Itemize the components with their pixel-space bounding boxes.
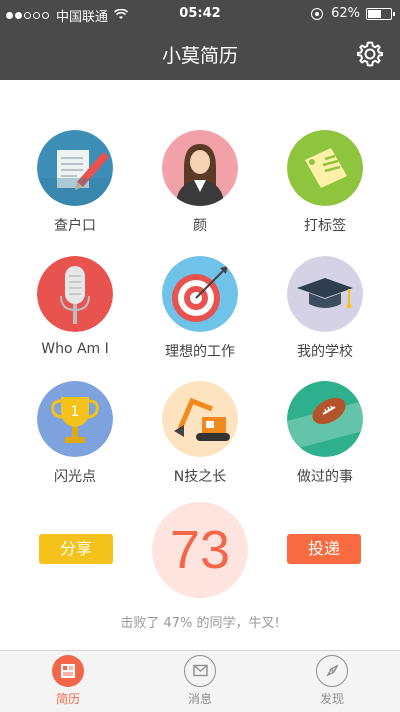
id-document-icon	[37, 130, 113, 206]
resume-icon	[52, 655, 84, 687]
grid-item-label: 打标签	[304, 218, 346, 234]
compass-icon	[316, 655, 348, 687]
svg-text:1: 1	[71, 404, 80, 420]
tab-resume[interactable]: 简历	[28, 655, 108, 707]
grid-item-who-am-i[interactable]: Who Am I	[15, 256, 135, 357]
person-portrait-icon	[162, 130, 238, 206]
grid-item-ideal-job[interactable]: 理想的工作	[140, 256, 260, 361]
rotation-lock-icon	[311, 7, 324, 20]
share-button[interactable]: 分享	[39, 534, 113, 564]
grid-item-label: Who Am I	[41, 341, 109, 357]
target-icon	[162, 256, 238, 332]
grid-item-experience[interactable]: 做过的事	[265, 381, 385, 486]
grid-item-school[interactable]: 我的学校	[265, 256, 385, 361]
tag-icon	[287, 130, 363, 206]
tab-messages[interactable]: 消息	[160, 655, 240, 707]
status-bar: 中国联通 05:42 62%	[0, 0, 400, 28]
battery-percent: 62%	[331, 6, 360, 21]
microphone-icon	[37, 256, 113, 332]
grid-item-tags[interactable]: 打标签	[265, 130, 385, 235]
grid-item-skills[interactable]: N技之长	[140, 381, 260, 486]
page-title: 小莫简历	[161, 45, 238, 67]
battery-area: 62%	[311, 6, 395, 21]
grid-item-label: 查户口	[54, 218, 96, 234]
tab-discover[interactable]: 发现	[292, 655, 372, 707]
trophy-icon: 1	[37, 381, 113, 457]
ranking-text: 击败了 47% 的同学，牛叉!	[120, 616, 280, 631]
graduation-cap-icon	[287, 256, 363, 332]
grid-item-label: N技之长	[173, 469, 227, 485]
grid-item-label: 我的学校	[297, 344, 353, 360]
grid-item-label: 颜	[193, 218, 207, 234]
deliver-button[interactable]: 投递	[287, 534, 361, 564]
excavator-icon	[162, 381, 238, 457]
gear-icon[interactable]	[356, 40, 384, 68]
tab-label: 发现	[319, 692, 344, 706]
score-section: 分享 73 投递	[0, 500, 400, 600]
battery-icon	[366, 7, 395, 20]
tab-bar: 简历 消息 发现	[0, 650, 400, 712]
grid-item-id[interactable]: 查户口	[15, 130, 135, 235]
nav-bar: 小莫简历	[0, 28, 400, 80]
grid-item-label: 理想的工作	[165, 344, 235, 360]
score-value: 73	[152, 502, 248, 598]
grid-item-highlights[interactable]: 1 闪光点	[15, 381, 135, 486]
football-icon	[287, 381, 363, 457]
grid-item-label: 闪光点	[54, 469, 96, 485]
grid-item-label: 做过的事	[297, 469, 353, 485]
tab-label: 简历	[55, 692, 80, 706]
grid-item-face[interactable]: 颜	[140, 130, 260, 235]
tab-label: 消息	[187, 692, 212, 706]
envelope-icon	[184, 655, 216, 687]
